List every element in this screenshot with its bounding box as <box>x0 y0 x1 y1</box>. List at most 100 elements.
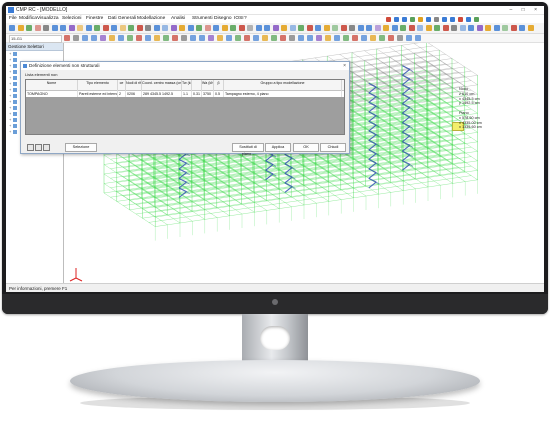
menubar-tool-icon[interactable] <box>426 17 431 22</box>
toolbar-tool-icon[interactable] <box>196 25 202 31</box>
add-icon[interactable] <box>27 144 34 151</box>
toolbar-tool-icon[interactable] <box>187 25 194 31</box>
view-tool-icon[interactable] <box>100 35 106 41</box>
toolbar-tool-icon[interactable] <box>476 25 483 31</box>
view-tool-icon[interactable] <box>73 35 79 41</box>
view-tool-icon[interactable] <box>361 35 367 41</box>
view-tool-icon[interactable] <box>64 35 70 41</box>
edit-icon[interactable] <box>35 144 42 151</box>
toolbar-tool-icon[interactable] <box>255 25 262 31</box>
toolbar-tool-icon[interactable] <box>204 25 211 31</box>
table-cell[interactable]: Pareti esterne ed interne <box>78 91 118 97</box>
view-tool-icon[interactable] <box>280 35 286 41</box>
table-cell[interactable]: 0.31 <box>192 91 202 97</box>
menubar-tool-icon[interactable] <box>450 17 455 22</box>
column-header[interactable]: ce <box>118 80 126 91</box>
menu-item-analisi[interactable]: Analisi <box>171 15 185 23</box>
view-tool-icon[interactable] <box>316 35 322 41</box>
table-cell[interactable]: 0.5 <box>214 91 224 97</box>
toolbar-tool-icon[interactable] <box>272 25 279 31</box>
menu-item-modellazione[interactable]: Modellazione <box>137 15 165 23</box>
toolbar-tool-icon[interactable] <box>459 25 466 31</box>
view-tool-icon[interactable] <box>343 35 349 41</box>
view-tool-icon[interactable] <box>82 35 88 41</box>
view-tool-icon[interactable] <box>262 35 268 41</box>
toolbar-tool-icon[interactable] <box>510 25 517 31</box>
toolbar-tool-icon[interactable] <box>519 25 525 31</box>
view-tool-icon[interactable] <box>244 35 250 41</box>
view-tool-icon[interactable] <box>226 35 232 41</box>
menu-item-strumenti[interactable]: Strumenti <box>192 15 213 23</box>
table-cell[interactable]: TOMPAGNO <box>26 91 78 97</box>
menu-item-dati-generali[interactable]: Dati Generali <box>108 15 136 23</box>
menu-item-visualizza[interactable]: Visualizza <box>37 15 59 23</box>
toolbar-tool-icon[interactable] <box>417 25 423 31</box>
view-tool-icon[interactable] <box>91 35 97 41</box>
toolbar-tool-icon[interactable] <box>434 25 440 31</box>
view-tool-icon[interactable] <box>352 35 358 41</box>
view-tool-icon[interactable] <box>388 35 394 41</box>
toolbar-tool-icon[interactable] <box>247 25 253 31</box>
view-tool-icon[interactable] <box>127 35 133 41</box>
view-tool-icon[interactable] <box>289 35 295 41</box>
toolbar-tool-icon[interactable] <box>162 25 168 31</box>
toolbar-tool-icon[interactable] <box>366 25 372 31</box>
toolbar-tool-icon[interactable] <box>34 25 41 31</box>
table-cell[interactable]: 1.1 <box>182 91 192 97</box>
menubar-tool-icon[interactable] <box>386 17 391 22</box>
menu-item-selezioni[interactable]: Selezioni <box>62 15 81 23</box>
dialog-close-button[interactable]: × <box>343 62 346 70</box>
view-tool-icon[interactable] <box>307 35 313 41</box>
selection-button[interactable]: Selezione <box>65 143 97 152</box>
view-tool-icon[interactable] <box>118 35 124 41</box>
column-header[interactable]: Nome <box>26 80 78 91</box>
toolbar-tool-icon[interactable] <box>383 25 389 31</box>
table-cell[interactable]: 2 <box>118 91 126 97</box>
view-tool-icon[interactable] <box>172 35 178 41</box>
toolbar-tool-icon[interactable] <box>425 25 432 31</box>
toolbar-tool-icon[interactable] <box>281 25 287 31</box>
column-header[interactable]: Tw (kN) <box>182 80 192 91</box>
toolbar-tool-icon[interactable] <box>349 25 355 31</box>
menubar-tool-icon[interactable] <box>434 17 439 22</box>
apply-button[interactable]: Applica <box>265 143 291 152</box>
column-header[interactable]: Coord. centro massa (cm) <box>142 80 182 91</box>
toolbar-tool-icon[interactable] <box>128 25 134 31</box>
toolbar-tool-icon[interactable] <box>17 25 24 31</box>
menubar-tool-icon[interactable] <box>474 17 479 22</box>
toolbar-tool-icon[interactable] <box>374 25 381 31</box>
menubar-tool-icon[interactable] <box>442 17 447 22</box>
toolbar-tool-icon[interactable] <box>136 25 143 31</box>
view-tool-icon[interactable] <box>370 35 376 41</box>
column-header[interactable]: Wa (kN/m) <box>202 80 214 91</box>
toolbar-tool-icon[interactable] <box>60 25 66 31</box>
table-cell[interactable]: Tampagno esterno, 4 piano <box>224 91 342 97</box>
table-cell[interactable]: 289 4345.5 1492.5 <box>142 91 182 97</box>
toolbar-tool-icon[interactable] <box>179 25 185 31</box>
view-tool-icon[interactable] <box>253 35 259 41</box>
toolbar-tool-icon[interactable] <box>238 25 245 31</box>
toolbar-tool-icon[interactable] <box>468 25 474 31</box>
window-controls[interactable]: – □ × <box>510 6 542 14</box>
view-tool-icon[interactable] <box>208 35 214 41</box>
toolbar-tool-icon[interactable] <box>170 25 177 31</box>
table-row[interactable]: TOMPAGNO Pareti esterne ed interne 2 0206 28… <box>26 91 344 97</box>
view-tool-icon[interactable] <box>199 35 205 41</box>
toolbar-tool-icon[interactable] <box>221 25 228 31</box>
delete-icon[interactable] <box>43 144 50 151</box>
column-header[interactable]: Gruppo a tipo modellazione <box>224 80 342 91</box>
toolbar-tool-icon[interactable] <box>51 25 58 31</box>
toolbar-tool-icon[interactable] <box>213 25 219 31</box>
toolbar-tool-icon[interactable] <box>43 25 49 31</box>
toolbar-tool-icon[interactable] <box>230 25 236 31</box>
floor-filter-button[interactable]: Sostituti di piano... <box>232 143 264 156</box>
menu-item-finestre[interactable]: Finestre <box>86 15 103 23</box>
column-header[interactable]: Tipo elemento <box>78 80 118 91</box>
view-tool-icon[interactable] <box>397 35 403 41</box>
toolbar-tool-icon[interactable] <box>94 25 100 31</box>
toolbar-tool-icon[interactable] <box>153 25 160 31</box>
toolbar-tool-icon[interactable] <box>332 25 338 31</box>
view-tool-icon[interactable] <box>415 35 421 41</box>
menubar-tool-icon[interactable] <box>394 17 399 22</box>
toolbar-tool-icon[interactable] <box>315 25 321 31</box>
